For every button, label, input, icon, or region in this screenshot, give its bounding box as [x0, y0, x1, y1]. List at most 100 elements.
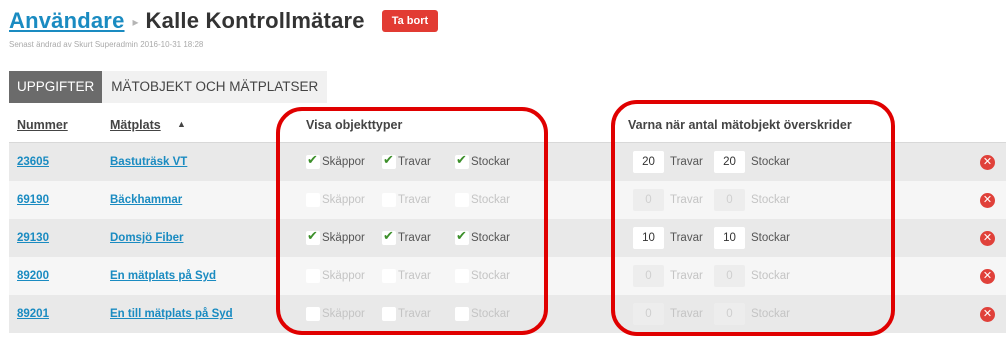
- remove-row-icon[interactable]: ✕: [980, 307, 995, 322]
- checkmark-icon: ✔: [307, 228, 318, 243]
- breadcrumb-separator-icon: ▸: [132, 15, 139, 29]
- checkbox-skappor[interactable]: Skäppor: [306, 192, 365, 208]
- checkbox-box[interactable]: ✔: [306, 152, 320, 169]
- sort-ascending-icon: ▲: [177, 119, 186, 129]
- checkbox-label: Travar: [398, 270, 431, 282]
- checkbox-skappor[interactable]: ✔ Skäppor: [306, 228, 365, 246]
- checkbox-box[interactable]: [306, 269, 320, 283]
- checkbox-travar[interactable]: Travar: [382, 268, 431, 284]
- checkbox-label: Travar: [398, 232, 431, 244]
- checkbox-stockar[interactable]: Stockar: [455, 192, 510, 208]
- checkbox-label: Travar: [398, 308, 431, 320]
- row-place-link[interactable]: Domsjö Fiber: [110, 219, 183, 257]
- checkbox-box[interactable]: [382, 269, 396, 283]
- checkbox-label: Stockar: [471, 232, 510, 244]
- checkmark-icon: ✔: [383, 228, 394, 243]
- checkbox-skappor[interactable]: Skäppor: [306, 268, 365, 284]
- table-row: 69190 Bäckhammar Skäppor Travar Stockar 0 Trav…: [9, 181, 1006, 219]
- checkbox-travar[interactable]: ✔ Travar: [382, 152, 431, 170]
- row-place-link[interactable]: En mätplats på Syd: [110, 257, 216, 295]
- checkbox-travar[interactable]: ✔ Travar: [382, 228, 431, 246]
- checkmark-icon: ✔: [456, 228, 467, 243]
- table-row: 29130 Domsjö Fiber ✔ Skäppor ✔ Travar ✔ Stockar…: [9, 219, 1006, 257]
- checkbox-stockar[interactable]: Stockar: [455, 268, 510, 284]
- travar-threshold-input[interactable]: 0: [633, 265, 664, 287]
- checkbox-stockar[interactable]: ✔ Stockar: [455, 228, 510, 246]
- checkbox-box[interactable]: ✔: [382, 228, 396, 245]
- stockar-threshold-input[interactable]: 10: [714, 227, 745, 249]
- checkbox-box[interactable]: ✔: [455, 152, 469, 169]
- table-header-row: Nummer Mätplats ▲ Visa objekttyper Varna…: [9, 108, 1006, 143]
- row-number-link[interactable]: 69190: [17, 181, 49, 219]
- unit-label-travar: Travar: [670, 270, 703, 282]
- column-header-place[interactable]: Mätplats: [110, 108, 161, 143]
- stockar-threshold-input[interactable]: 0: [714, 303, 745, 325]
- checkbox-label: Skäppor: [322, 308, 365, 320]
- unit-label-stockar: Stockar: [751, 156, 790, 168]
- checkbox-label: Skäppor: [322, 232, 365, 244]
- travar-threshold-input[interactable]: 0: [633, 303, 664, 325]
- checkbox-box[interactable]: [455, 307, 469, 321]
- tab-bar: UPPGIFTER MÄTOBJEKT OCH MÄTPLATSER: [9, 71, 328, 103]
- checkbox-stockar[interactable]: Stockar: [455, 306, 510, 322]
- checkbox-label: Skäppor: [322, 156, 365, 168]
- column-header-object-types: Visa objekttyper: [306, 118, 403, 132]
- remove-row-icon[interactable]: ✕: [980, 269, 995, 284]
- checkbox-box[interactable]: ✔: [306, 228, 320, 245]
- delete-user-button[interactable]: Ta bort: [381, 10, 439, 32]
- checkbox-box[interactable]: [306, 193, 320, 207]
- checkbox-label: Stockar: [471, 194, 510, 206]
- row-place-link[interactable]: En till mätplats på Syd: [110, 295, 233, 333]
- last-modified-text: Senast ändrad av Skurt Superadmin 2016-1…: [9, 40, 204, 49]
- table-body: 23605 Bastuträsk VT ✔ Skäppor ✔ Travar ✔ Stocka…: [9, 143, 1006, 333]
- tab-matobjekt-och-matplatser[interactable]: MÄTOBJEKT OCH MÄTPLATSER: [102, 71, 328, 103]
- travar-threshold-input[interactable]: 10: [633, 227, 664, 249]
- checkbox-travar[interactable]: Travar: [382, 192, 431, 208]
- checkbox-label: Travar: [398, 156, 431, 168]
- table-row: 89200 En mätplats på Syd Skäppor Travar Stoc…: [9, 257, 1006, 295]
- checkbox-label: Stockar: [471, 156, 510, 168]
- unit-label-stockar: Stockar: [751, 232, 790, 244]
- page-header: Användare ▸ Kalle Kontrollmätare Ta bort: [9, 8, 439, 34]
- checkbox-skappor[interactable]: ✔ Skäppor: [306, 152, 365, 170]
- page-title: Kalle Kontrollmätare: [145, 8, 365, 33]
- row-place-link[interactable]: Bastuträsk VT: [110, 143, 187, 181]
- breadcrumb-users-link[interactable]: Användare: [9, 8, 125, 34]
- checkbox-box[interactable]: ✔: [455, 228, 469, 245]
- remove-row-icon[interactable]: ✕: [980, 193, 995, 208]
- unit-label-stockar: Stockar: [751, 194, 790, 206]
- travar-threshold-input[interactable]: 0: [633, 189, 664, 211]
- stockar-threshold-input[interactable]: 0: [714, 265, 745, 287]
- checkbox-box[interactable]: ✔: [382, 152, 396, 169]
- unit-label-travar: Travar: [670, 308, 703, 320]
- stockar-threshold-input[interactable]: 20: [714, 151, 745, 173]
- travar-threshold-input[interactable]: 20: [633, 151, 664, 173]
- checkbox-label: Skäppor: [322, 270, 365, 282]
- remove-row-icon[interactable]: ✕: [980, 231, 995, 246]
- tab-uppgifter[interactable]: UPPGIFTER: [9, 71, 103, 103]
- row-number-link[interactable]: 23605: [17, 143, 49, 181]
- checkbox-box[interactable]: [382, 307, 396, 321]
- checkbox-box[interactable]: [455, 193, 469, 207]
- unit-label-stockar: Stockar: [751, 308, 790, 320]
- stockar-threshold-input[interactable]: 0: [714, 189, 745, 211]
- column-header-number[interactable]: Nummer: [17, 108, 68, 143]
- row-number-link[interactable]: 89200: [17, 257, 49, 295]
- checkbox-box[interactable]: [306, 307, 320, 321]
- measurement-places-table: Nummer Mätplats ▲ Visa objekttyper Varna…: [9, 108, 1006, 333]
- unit-label-travar: Travar: [670, 232, 703, 244]
- checkbox-label: Stockar: [471, 270, 510, 282]
- row-number-link[interactable]: 89201: [17, 295, 49, 333]
- checkbox-box[interactable]: [382, 193, 396, 207]
- checkbox-travar[interactable]: Travar: [382, 306, 431, 322]
- row-number-link[interactable]: 29130: [17, 219, 49, 257]
- remove-row-icon[interactable]: ✕: [980, 155, 995, 170]
- row-place-link[interactable]: Bäckhammar: [110, 181, 182, 219]
- unit-label-travar: Travar: [670, 194, 703, 206]
- checkbox-stockar[interactable]: ✔ Stockar: [455, 152, 510, 170]
- checkbox-box[interactable]: [455, 269, 469, 283]
- checkbox-skappor[interactable]: Skäppor: [306, 306, 365, 322]
- checkbox-label: Travar: [398, 194, 431, 206]
- column-header-warn-threshold: Varna när antal mätobjekt överskrider: [628, 118, 852, 132]
- checkmark-icon: ✔: [456, 152, 467, 167]
